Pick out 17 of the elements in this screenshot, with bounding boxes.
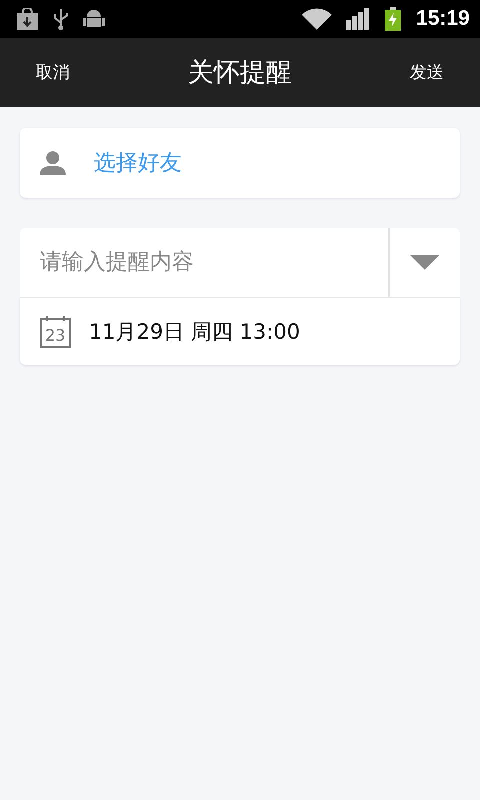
wifi-icon [302,8,332,30]
reminder-input[interactable]: 请输入提醒内容 [20,228,390,298]
battery-icon [384,7,402,31]
reminder-datetime[interactable]: 11月29日 周四 13:00 [89,318,300,346]
signal-icon [346,8,370,30]
person-icon [40,151,66,175]
download-icon [16,8,39,30]
send-button[interactable]: 发送 [394,53,460,92]
date-row[interactable]: 23 11月29日 周四 13:00 [20,298,460,365]
page-title: 关怀提醒 [188,57,292,90]
usb-icon [53,7,69,31]
caret-icon [410,255,440,270]
cancel-button[interactable]: 取消 [20,53,86,92]
calendar-icon: 23 [40,316,71,348]
dropdown-button[interactable] [390,228,460,298]
android-icon [83,8,105,30]
clock: 15:19 [416,7,470,31]
